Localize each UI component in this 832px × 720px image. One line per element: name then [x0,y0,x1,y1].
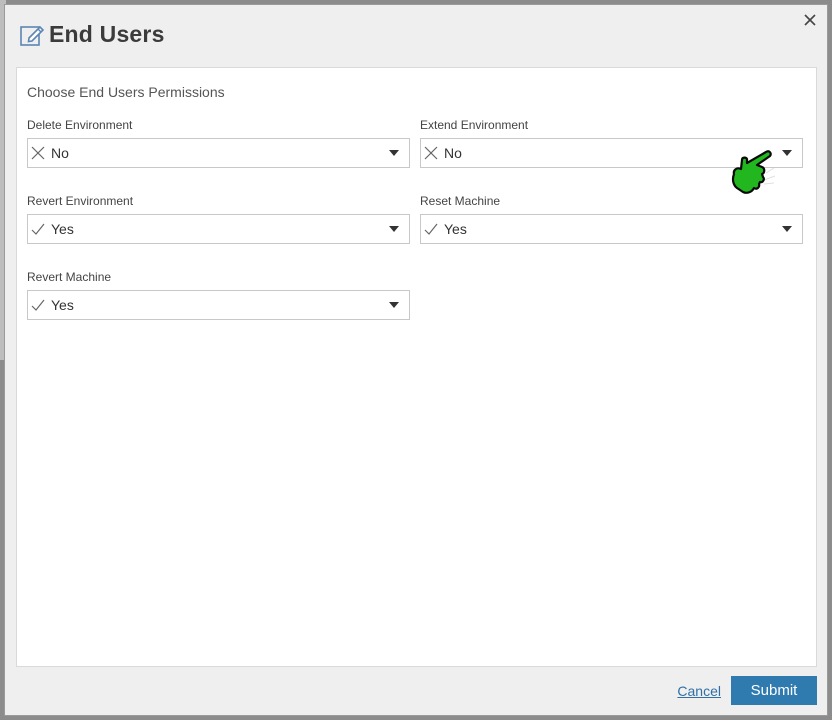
dialog-title: End Users [49,21,165,47]
reset-machine-field: Reset Machine Yes [420,194,803,244]
select-value: Yes [51,297,74,313]
delete-environment-field: Delete Environment No [27,118,410,168]
field-label: Reset Machine [420,194,501,208]
field-label: Revert Environment [27,194,134,208]
chevron-down-icon [389,150,399,156]
x-icon [30,145,46,161]
select-value: No [444,145,462,161]
select-value: No [51,145,69,161]
check-icon [30,297,46,313]
close-icon [804,14,816,26]
section-title: Choose End Users Permissions [27,84,225,100]
submit-button[interactable]: Submit [731,676,817,705]
revert-environment-field: Revert Environment Yes [27,194,410,244]
select-value: Yes [444,221,467,237]
field-label: Revert Machine [27,270,112,284]
delete-environment-select[interactable]: No [27,138,410,168]
extend-environment-field: Extend Environment No [420,118,803,168]
revert-machine-field: Revert Machine Yes [27,270,410,320]
chevron-down-icon [782,150,792,156]
extend-environment-select[interactable]: No [420,138,803,168]
dialog-header: End Users [19,21,165,48]
dialog-footer: Cancel Submit [677,676,817,705]
chevron-down-icon [389,226,399,232]
select-value: Yes [51,221,74,237]
check-icon [423,221,439,237]
chevron-down-icon [782,226,792,232]
permissions-panel: Choose End Users Permissions Delete Envi… [16,67,817,667]
close-button[interactable] [801,11,819,29]
field-label: Delete Environment [27,118,133,132]
edit-icon [19,22,45,48]
check-icon [30,221,46,237]
x-icon [423,145,439,161]
revert-environment-select[interactable]: Yes [27,214,410,244]
end-users-dialog: End Users Choose End Users Permissions D… [4,4,828,716]
reset-machine-select[interactable]: Yes [420,214,803,244]
chevron-down-icon [389,302,399,308]
cancel-link[interactable]: Cancel [677,683,721,699]
revert-machine-select[interactable]: Yes [27,290,410,320]
field-label: Extend Environment [420,118,529,132]
